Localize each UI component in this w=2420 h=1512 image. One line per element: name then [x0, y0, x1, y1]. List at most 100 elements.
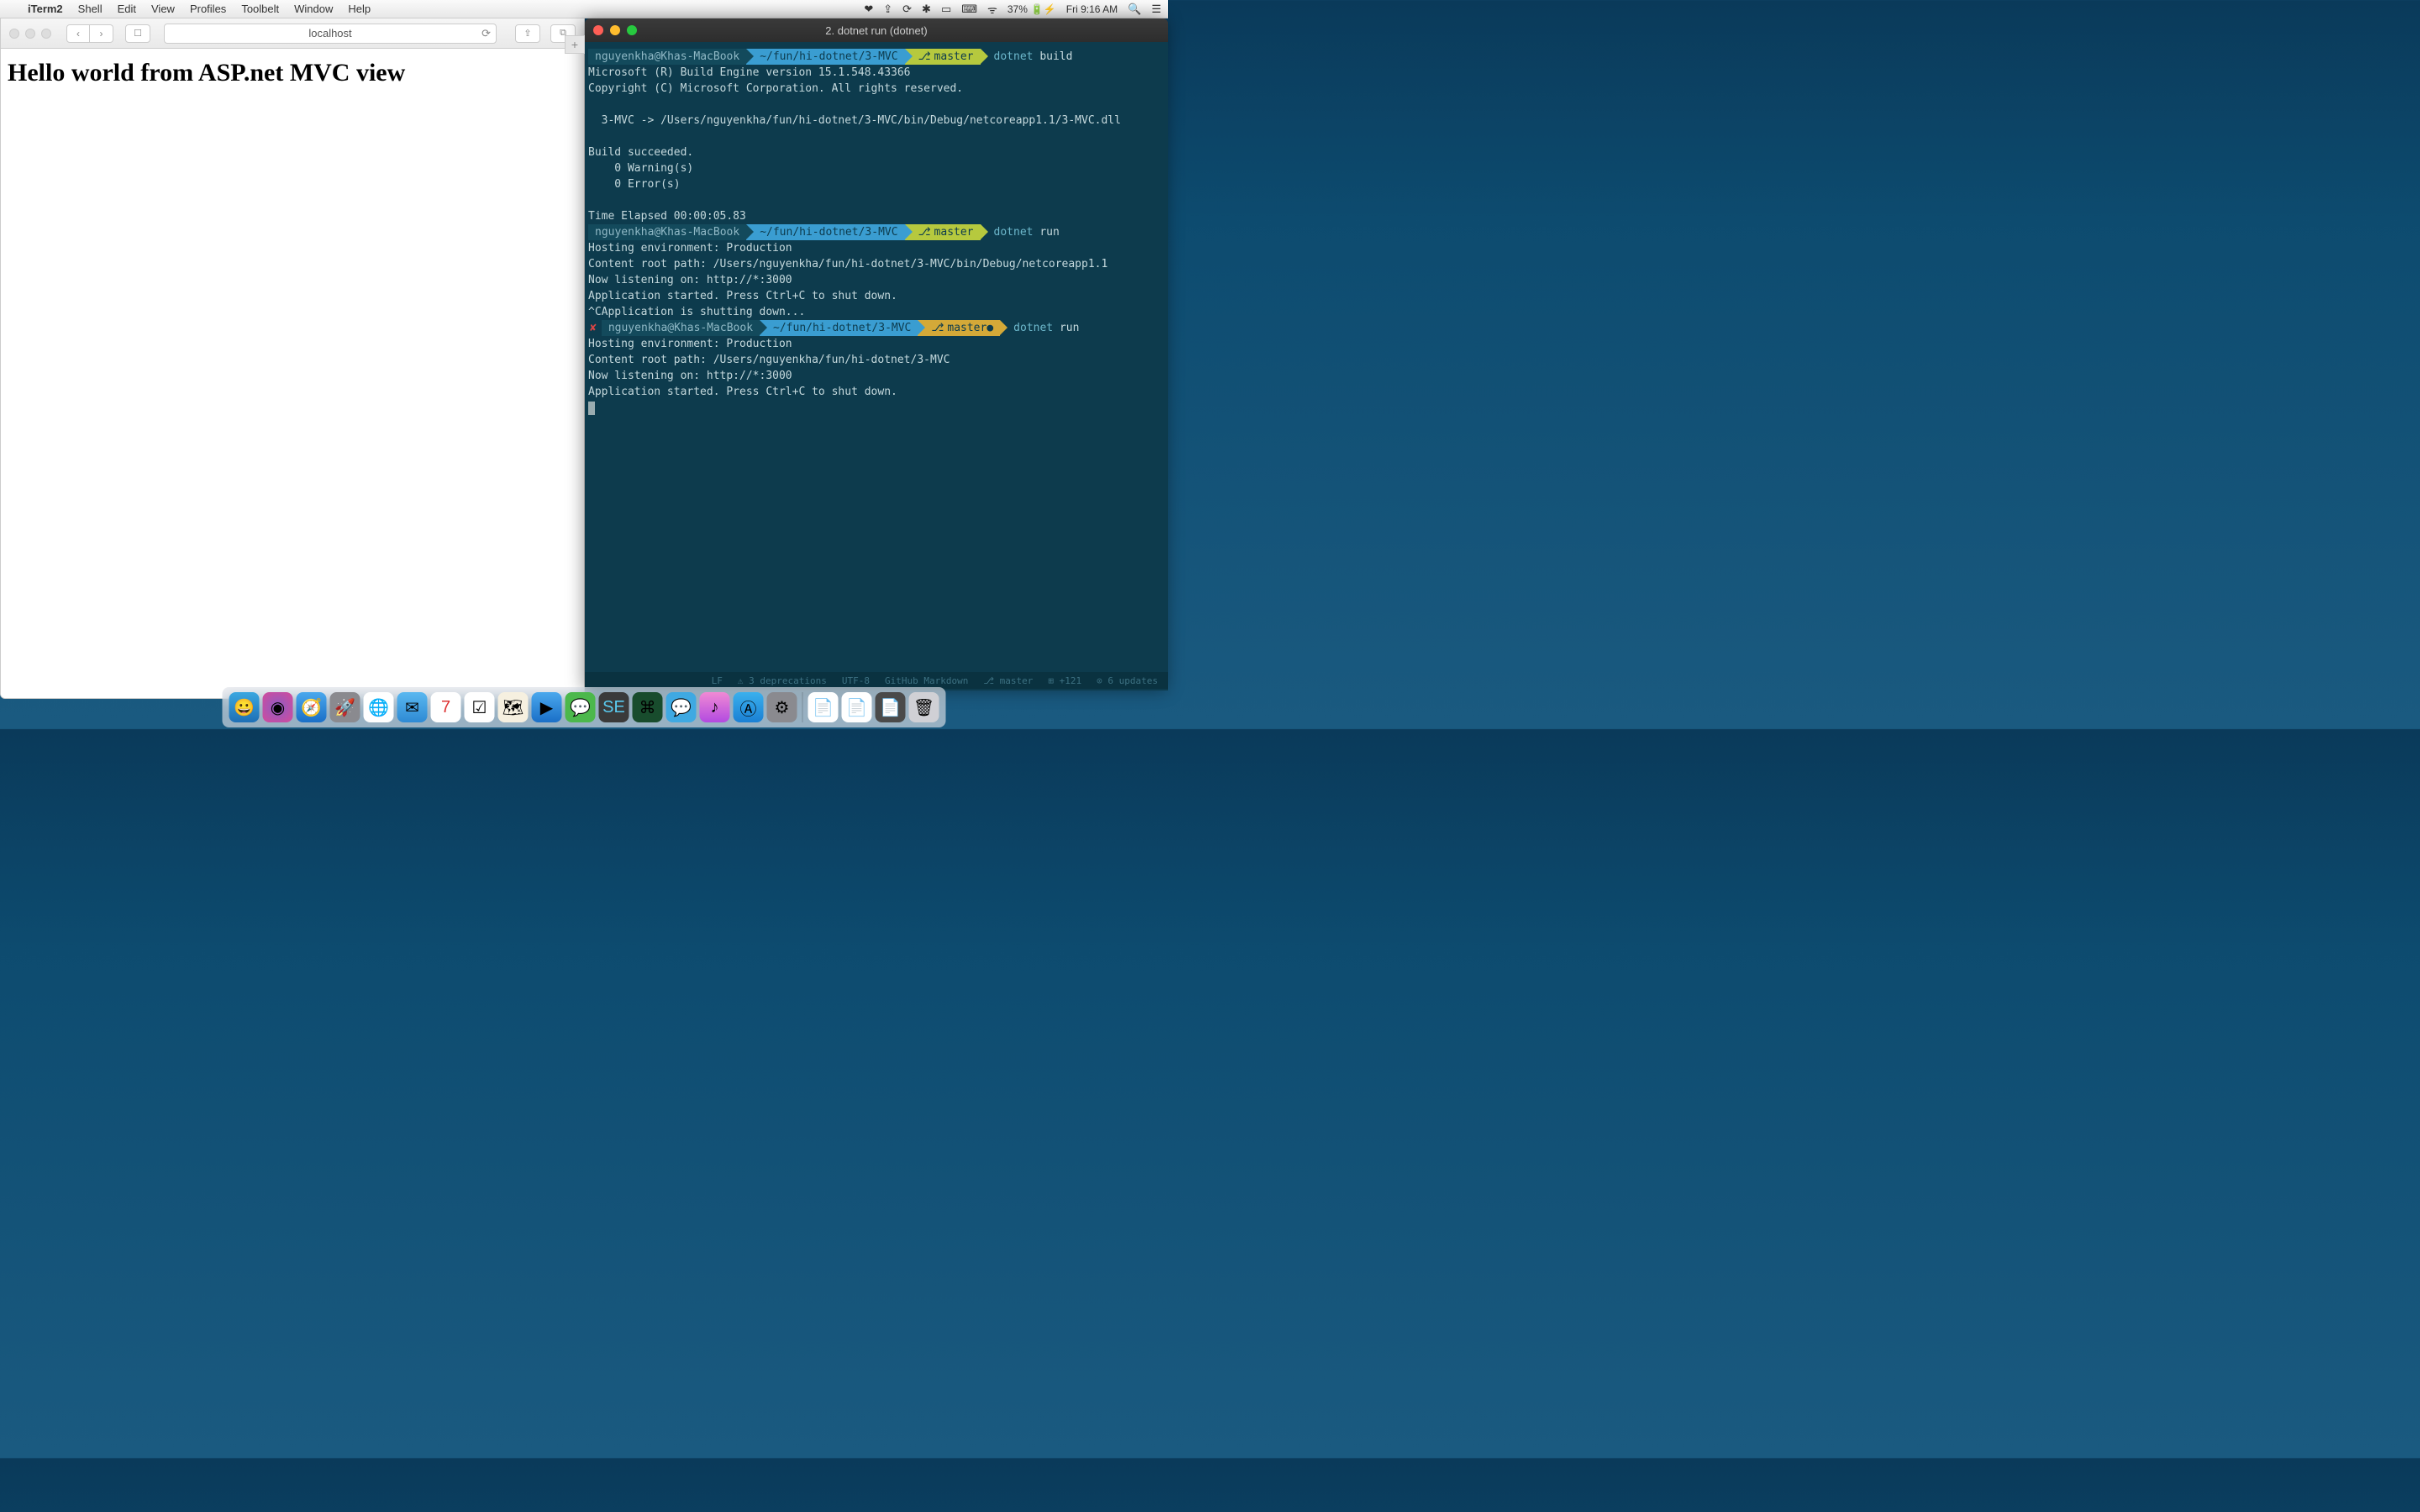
- terminal-line: 0 Error(s): [588, 176, 1165, 192]
- terminal-line: [588, 97, 1165, 113]
- terminal-line: 0 Warning(s): [588, 160, 1165, 176]
- dock: 😀 ◉ 🧭 🚀 🌐 ✉ 7 ☑ 🗺 ▶ 💬 SE ⌘ 💬 ♪ Ⓐ ⚙ 📄 📄 📄…: [223, 687, 946, 727]
- iterm-window: 2. dotnet run (dotnet) nguyenkha@Khas-Ma…: [585, 18, 1168, 690]
- git-branch-icon: ⎇: [931, 320, 944, 336]
- sync-icon[interactable]: ⟳: [902, 3, 912, 16]
- status-pos: ⊞ +121: [1048, 675, 1081, 686]
- terminal-line: ^CApplication is shutting down...: [588, 304, 1165, 320]
- menubar-app-name[interactable]: iTerm2: [20, 3, 71, 15]
- display-icon[interactable]: ▭: [941, 3, 951, 16]
- dock-terminal-icon[interactable]: SE: [599, 692, 629, 722]
- menu-shell[interactable]: Shell: [71, 3, 110, 15]
- sidebar-button[interactable]: ☐: [125, 24, 150, 43]
- prompt-line: nguyenkha@Khas-MacBook ~/fun/hi-dotnet/3…: [588, 224, 1165, 240]
- url-bar[interactable]: localhost ⟳: [164, 24, 497, 44]
- iterm-title: 2. dotnet run (dotnet): [585, 24, 1168, 37]
- status-lf: LF: [712, 675, 723, 686]
- nav-buttons: ‹ ›: [66, 24, 113, 43]
- command: dotnet run: [1013, 320, 1079, 336]
- app-icon[interactable]: ❤: [864, 3, 873, 16]
- reload-icon[interactable]: ⟳: [481, 27, 491, 40]
- clock[interactable]: Fri 9:16 AM: [1066, 3, 1118, 15]
- url-text: localhost: [308, 27, 351, 39]
- menu-view[interactable]: View: [144, 3, 182, 15]
- dock-launchpad-icon[interactable]: 🚀: [330, 692, 360, 722]
- dock-app-icon[interactable]: ▶: [532, 692, 562, 722]
- dock-messages-icon[interactable]: 💬: [566, 692, 596, 722]
- dock-calendar-icon[interactable]: 7: [431, 692, 461, 722]
- terminal-line: Now listening on: http://*:3000: [588, 368, 1165, 384]
- terminal-body[interactable]: nguyenkha@Khas-MacBook ~/fun/hi-dotnet/3…: [585, 42, 1168, 423]
- share-button[interactable]: ⇪: [515, 24, 540, 43]
- prompt-path: ~/fun/hi-dotnet/3-MVC: [746, 224, 904, 240]
- menu-edit[interactable]: Edit: [110, 3, 144, 15]
- safari-traffic-lights: [9, 29, 51, 39]
- prompt-user: nguyenkha@Khas-MacBook: [588, 49, 746, 65]
- run-output: Hosting environment: ProductionContent r…: [588, 240, 1165, 320]
- dock-mail-icon[interactable]: ✉: [397, 692, 428, 722]
- dock-settings-icon[interactable]: ⚙: [767, 692, 797, 722]
- terminal-line: Now listening on: http://*:3000: [588, 272, 1165, 288]
- dock-trash-icon[interactable]: 🗑: [909, 692, 939, 722]
- maximize-icon[interactable]: [41, 29, 51, 39]
- terminal-line: Hosting environment: Production: [588, 336, 1165, 352]
- prompt-path: ~/fun/hi-dotnet/3-MVC: [760, 320, 918, 336]
- dock-chrome-icon[interactable]: 🌐: [364, 692, 394, 722]
- dock-safari-icon[interactable]: 🧭: [297, 692, 327, 722]
- dock-finder-icon[interactable]: 😀: [229, 692, 260, 722]
- menu-window[interactable]: Window: [287, 3, 340, 15]
- dock-terminal2-icon[interactable]: ⌘: [633, 692, 663, 722]
- terminal-line: Time Elapsed 00:00:05.83: [588, 208, 1165, 224]
- prompt-git-dirty: ⎇master ●: [918, 320, 1000, 336]
- menu-toolbelt[interactable]: Toolbelt: [234, 3, 287, 15]
- status-encoding: UTF-8: [842, 675, 870, 686]
- terminal-line: [588, 192, 1165, 208]
- spotlight-icon[interactable]: 🔍: [1128, 3, 1141, 16]
- dock-itunes-icon[interactable]: ♪: [700, 692, 730, 722]
- menu-help[interactable]: Help: [340, 3, 378, 15]
- notifications-icon[interactable]: ☰: [1151, 3, 1161, 16]
- terminal-line: Hosting environment: Production: [588, 240, 1165, 256]
- prompt-path: ~/fun/hi-dotnet/3-MVC: [746, 49, 904, 65]
- macos-menubar: iTerm2 Shell Edit View Profiles Toolbelt…: [0, 0, 1168, 18]
- status-deprecations: ⚠ 3 deprecations: [738, 675, 827, 686]
- close-icon[interactable]: [9, 29, 19, 39]
- dock-doc-icon[interactable]: 📄: [808, 692, 839, 722]
- dock-doc-icon[interactable]: 📄: [876, 692, 906, 722]
- run-output: Hosting environment: ProductionContent r…: [588, 336, 1165, 400]
- build-output: Microsoft (R) Build Engine version 15.1.…: [588, 65, 1165, 224]
- dock-appstore-icon[interactable]: Ⓐ: [734, 692, 764, 722]
- dropbox-icon[interactable]: ⇪: [883, 3, 892, 16]
- git-branch-icon: ⎇: [918, 224, 931, 240]
- dock-maps-icon[interactable]: 🗺: [498, 692, 529, 722]
- prompt-user: nguyenkha@Khas-MacBook: [602, 320, 760, 336]
- keyboard-icon[interactable]: ⌨: [961, 3, 977, 16]
- battery-status[interactable]: 37% 🔋⚡: [1007, 3, 1056, 15]
- forward-button[interactable]: ›: [90, 24, 113, 43]
- status-updates: ⊙ 6 updates: [1097, 675, 1158, 686]
- terminal-line: [588, 129, 1165, 144]
- dock-reminders-icon[interactable]: ☑: [465, 692, 495, 722]
- dock-chat-icon[interactable]: 💬: [666, 692, 697, 722]
- git-branch-icon: ⎇: [918, 49, 931, 65]
- terminal-line: Copyright (C) Microsoft Corporation. All…: [588, 81, 1165, 97]
- terminal-line: 3-MVC -> /Users/nguyenkha/fun/hi-dotnet/…: [588, 113, 1165, 129]
- back-button[interactable]: ‹: [66, 24, 90, 43]
- new-tab-button[interactable]: +: [565, 35, 585, 54]
- menubar-right: ❤ ⇪ ⟳ ✱ ▭ ⌨ ᯤ 37% 🔋⚡ Fri 9:16 AM 🔍 ☰: [864, 2, 1161, 17]
- cursor-line: [588, 400, 1165, 416]
- menu-profiles[interactable]: Profiles: [182, 3, 234, 15]
- dock-separator: [802, 692, 803, 722]
- battery-icon: 🔋⚡: [1031, 3, 1056, 15]
- status-grammar: GitHub Markdown: [885, 675, 968, 686]
- battery-percent: 37%: [1007, 3, 1028, 15]
- bluetooth-icon[interactable]: ✱: [922, 3, 931, 16]
- prompt-user: nguyenkha@Khas-MacBook: [588, 224, 746, 240]
- prompt-git: ⎇master: [905, 49, 981, 65]
- dock-siri-icon[interactable]: ◉: [263, 692, 293, 722]
- terminal-line: Application started. Press Ctrl+C to shu…: [588, 384, 1165, 400]
- dock-doc-icon[interactable]: 📄: [842, 692, 872, 722]
- safari-content: Hello world from ASP.net MVC view: [1, 49, 584, 698]
- minimize-icon[interactable]: [25, 29, 35, 39]
- wifi-icon[interactable]: ᯤ: [987, 2, 997, 17]
